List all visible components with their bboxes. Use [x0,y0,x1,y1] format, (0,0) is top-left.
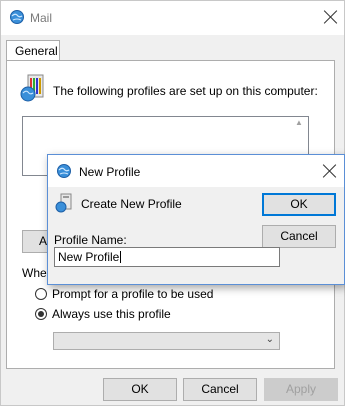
radio-always[interactable] [35,308,47,320]
text-caret [120,251,122,263]
apply-button[interactable]: Apply [264,378,338,401]
close-icon[interactable] [324,10,338,24]
dialog-title-bar: New Profile [48,155,344,187]
scroll-up-arrow-icon[interactable]: ▲ [292,118,306,130]
dialog-ok-button[interactable]: OK [262,193,336,216]
mail-globe-icon [10,10,24,24]
mail-globe-icon [57,164,71,178]
new-profile-dialog: New Profile Create New Profile OK Cancel… [47,154,345,285]
radio-always-label[interactable]: Always use this profile [52,307,171,321]
profile-name-input[interactable]: New Profile [54,247,280,267]
radio-prompt-label[interactable]: Prompt for a profile to be used [52,287,213,301]
tab-general[interactable]: General [6,40,60,61]
profile-name-label: Profile Name: [54,233,127,247]
apply-button-label: Apply [285,382,317,396]
profile-select[interactable]: ⌄ [53,332,280,350]
dialog-heading: Create New Profile [81,197,182,211]
cancel-button[interactable]: Cancel [183,378,257,401]
dialog-ok-label: OK [290,197,308,211]
profiles-icon [20,74,44,102]
title-bar: Mail [1,1,344,35]
ok-button-label: OK [131,382,149,396]
profiles-description: The following profiles are set up on thi… [53,84,318,98]
dialog-close-icon[interactable] [323,164,337,178]
cancel-button-label: Cancel [201,382,239,396]
profile-name-value: New Profile [58,250,120,264]
chevron-down-icon: ⌄ [265,334,274,345]
ok-button[interactable]: OK [103,378,177,401]
dialog-cancel-label: Cancel [280,229,318,243]
when-starting-label: Whe [22,266,47,280]
profile-card-icon [55,193,72,213]
radio-prompt[interactable] [35,288,47,300]
window-title: Mail [30,11,53,25]
tab-general-label: General [15,44,58,58]
dialog-cancel-button[interactable]: Cancel [262,225,336,248]
dialog-title: New Profile [79,165,141,179]
